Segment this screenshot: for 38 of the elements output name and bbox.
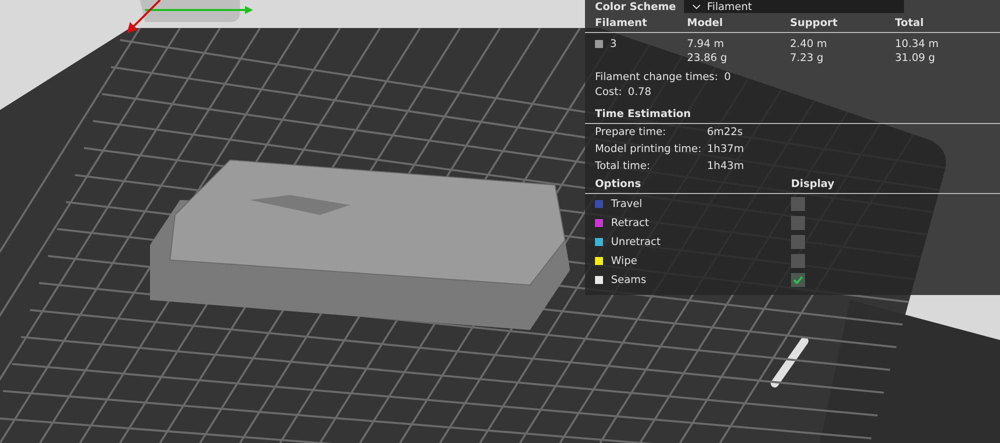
table-cell-text: 2.40 m	[790, 37, 828, 51]
section-title: Time Estimation	[595, 108, 691, 120]
option-label: Unretract	[611, 236, 661, 248]
time-value: 6m22s	[707, 125, 744, 140]
column-header: Model	[687, 17, 724, 29]
filament-change-value: 0	[724, 70, 731, 85]
table-cell-text: 23.86 g	[687, 51, 728, 65]
display-checkbox[interactable]	[791, 234, 805, 248]
display-checkbox[interactable]	[791, 216, 805, 230]
cost-label: Cost:	[595, 85, 622, 100]
option-label: Retract	[611, 216, 650, 228]
color-scheme-label: Color Scheme	[595, 0, 676, 12]
option-label: Seams	[611, 274, 646, 286]
column-header: Support	[790, 17, 838, 29]
column-header: Options	[595, 178, 642, 190]
checkmark-icon	[793, 276, 803, 284]
time-value: 1h37m	[707, 142, 745, 157]
table-cell-text: 10.34 m	[895, 37, 940, 51]
display-checkbox[interactable]	[791, 196, 805, 210]
display-checkbox[interactable]	[791, 254, 805, 268]
color-scheme-dropdown[interactable]: Filament	[684, 0, 904, 13]
table-cell: 3	[610, 37, 617, 51]
column-header: Total	[895, 17, 925, 29]
time-label: Prepare time:	[595, 125, 667, 140]
chevron-down-icon	[692, 4, 702, 10]
time-label: Model printing time:	[595, 142, 702, 157]
table-cell-text: 31.09 g	[895, 51, 936, 65]
cost-value: 0.78	[628, 85, 652, 100]
time-label: Total time:	[595, 159, 652, 174]
filament-change-label: Filament change times:	[595, 70, 718, 85]
table-cell-text: 7.94 m	[687, 37, 725, 51]
column-header: Display	[791, 178, 836, 190]
table-cell-text: 7.23 g	[790, 51, 824, 65]
display-checkbox[interactable]	[791, 272, 805, 286]
time-value: 1h43m	[707, 159, 745, 174]
option-label: Travel	[611, 198, 642, 210]
option-label: Wipe	[611, 254, 638, 266]
column-header: Filament	[595, 17, 648, 29]
